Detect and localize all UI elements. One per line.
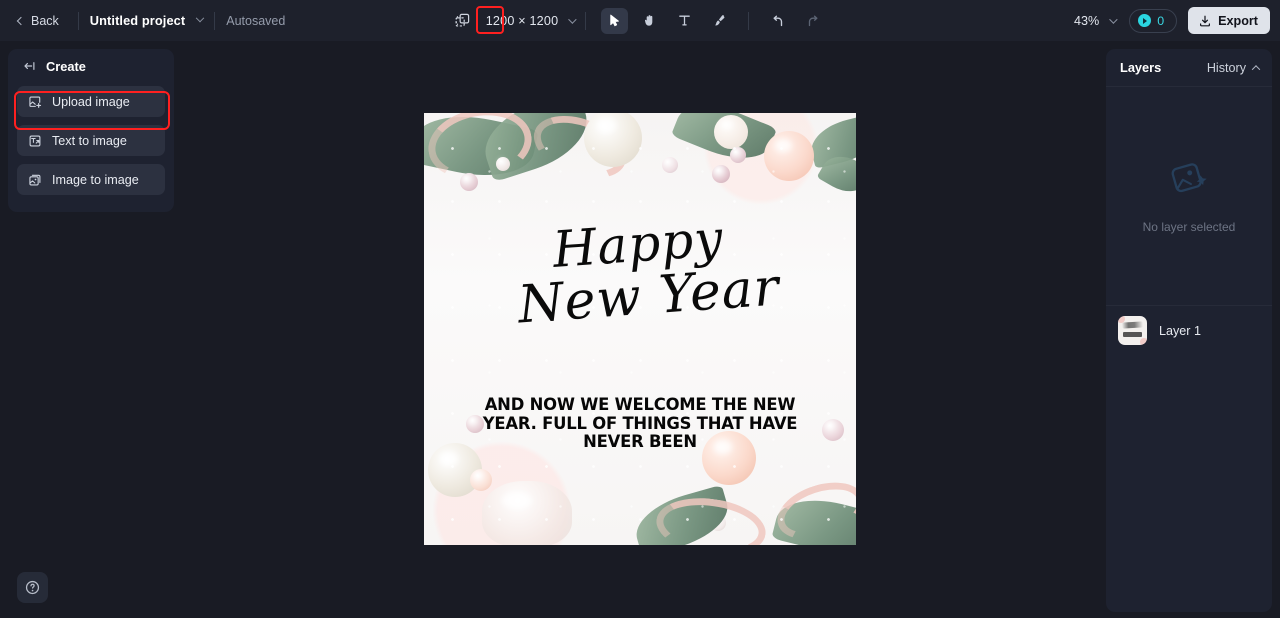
divider <box>585 11 587 30</box>
text-to-image-button[interactable]: Text to image <box>17 125 165 156</box>
dimensions-chevron-down-icon[interactable] <box>568 14 577 24</box>
thumbnail-body-line <box>1123 332 1142 337</box>
help-question-icon <box>25 580 40 595</box>
redo-arrow-icon <box>808 15 818 26</box>
layer-properties-empty-state: No layer selected <box>1106 87 1272 306</box>
text-to-image-icon <box>28 134 42 148</box>
redo-button[interactable] <box>799 8 826 34</box>
collapse-arrow-icon <box>24 62 35 70</box>
thumbnail-decor <box>1140 338 1147 345</box>
layer-list-item[interactable]: Layer 1 <box>1106 306 1272 355</box>
autosaved-status: Autosaved <box>226 13 286 28</box>
text-to-image-glyph <box>29 135 41 146</box>
layer-thumbnail <box>1118 316 1147 345</box>
topbar-right-cluster: 43% 0 Export <box>1074 0 1270 41</box>
history-toggle[interactable]: History <box>1206 60 1261 75</box>
help-button[interactable] <box>17 572 48 603</box>
chevron-down-icon[interactable] <box>196 13 205 22</box>
undo-button[interactable] <box>764 8 791 34</box>
divider <box>77 11 79 30</box>
text-tool[interactable] <box>671 8 698 34</box>
thumbnail-script-line <box>1121 321 1144 329</box>
upload-image-glyph <box>29 96 42 108</box>
layers-title: Layers <box>1120 60 1162 75</box>
layers-panel-header: Layers History <box>1106 49 1272 87</box>
resize-canvas-button[interactable] <box>450 8 475 33</box>
layer-name: Layer 1 <box>1159 323 1202 338</box>
resize-canvas-icon <box>455 13 469 27</box>
canvas-dimensions[interactable]: 1200 × 1200 <box>486 14 559 28</box>
cursor-arrow-icon <box>610 14 620 27</box>
zoom-chevron-down-icon[interactable] <box>1109 14 1118 24</box>
no-selection-image-icon <box>1166 159 1212 204</box>
back-button-label: Back <box>31 13 59 28</box>
empty-image-glyph <box>1171 162 1207 192</box>
credits-badge[interactable]: 0 <box>1129 8 1178 33</box>
collapse-panel-icon[interactable] <box>22 59 37 73</box>
image-to-image-button[interactable]: Image to image <box>17 164 165 195</box>
text-t-icon <box>679 15 691 26</box>
hand-tool[interactable] <box>636 8 663 34</box>
image-to-image-glyph <box>29 174 41 185</box>
undo-arrow-icon <box>773 15 782 26</box>
history-label: History <box>1206 60 1246 75</box>
paintbrush-icon <box>715 15 725 26</box>
export-button-label: Export <box>1218 13 1258 28</box>
upload-image-button[interactable]: Upload image <box>17 86 165 117</box>
create-panel-header: Create <box>8 49 174 83</box>
layers-panel: Layers History No layer selected Layer 1 <box>1106 49 1272 612</box>
chevron-left-icon <box>16 16 26 25</box>
artboard-body-text: And now we welcome the new year. Full of… <box>482 395 798 452</box>
topbar-left-cluster: Back Untitled project Autosaved <box>0 9 285 33</box>
chevron-up-icon <box>1251 64 1261 74</box>
credits-count: 0 <box>1157 13 1165 28</box>
download-icon <box>1200 15 1211 26</box>
upload-image-icon <box>28 95 42 109</box>
text-to-image-label: Text to image <box>52 133 127 148</box>
back-button[interactable]: Back <box>14 9 67 33</box>
create-panel-title: Create <box>46 58 86 74</box>
divider <box>214 11 216 30</box>
artboard[interactable]: Happy New Year And now we welcome the ne… <box>424 113 856 545</box>
zoom-level[interactable]: 43% <box>1074 14 1099 28</box>
image-to-image-label: Image to image <box>52 172 139 187</box>
export-button[interactable]: Export <box>1188 7 1270 34</box>
canvas-workspace[interactable]: Happy New Year And now we welcome the ne… <box>0 41 1280 618</box>
brush-tool[interactable] <box>706 8 733 34</box>
credit-token-icon <box>1138 14 1152 27</box>
hand-icon <box>645 15 653 26</box>
upload-image-label: Upload image <box>52 94 130 109</box>
create-panel: Create Upload image Text to image Image … <box>8 49 174 212</box>
select-tool[interactable] <box>601 7 629 34</box>
divider <box>748 11 750 30</box>
empty-state-message: No layer selected <box>1142 219 1236 234</box>
project-name[interactable]: Untitled project <box>90 13 185 28</box>
image-to-image-icon <box>28 173 42 187</box>
top-toolbar: Back Untitled project Autosaved 1200 × 1… <box>0 0 1280 41</box>
